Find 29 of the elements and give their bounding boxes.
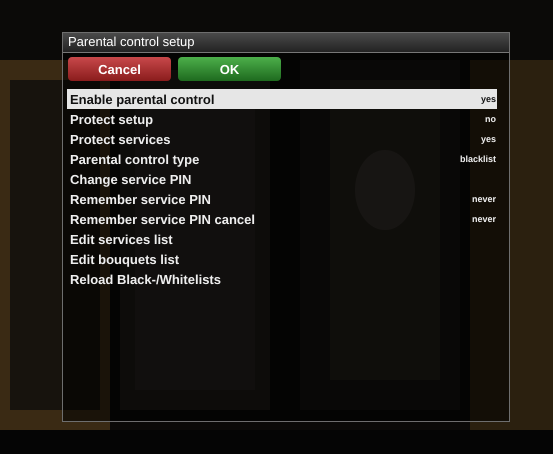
setting-value: never <box>472 194 496 204</box>
setting-value: yes <box>480 134 496 144</box>
settings-row[interactable]: Remember service PIN never <box>67 189 497 209</box>
settings-row[interactable]: Edit services list <box>67 229 497 249</box>
setting-label: Protect setup <box>70 112 154 126</box>
settings-row[interactable]: Reload Black-/Whitelists <box>67 269 497 289</box>
setting-label: Remember service PIN cancel <box>70 212 255 226</box>
settings-row[interactable]: Protect services yes <box>67 129 497 149</box>
setting-value: blacklist <box>460 154 496 164</box>
settings-row[interactable]: Protect setup no <box>67 109 497 129</box>
setting-label: Edit bouquets list <box>70 252 180 266</box>
setting-value: never <box>472 214 496 224</box>
settings-row[interactable]: Parental control type blacklist <box>67 149 497 169</box>
dialog-title: Parental control setup <box>63 33 509 53</box>
setting-label: Parental control type <box>70 152 200 166</box>
setting-label: Remember service PIN <box>70 192 211 206</box>
settings-row[interactable]: Change service PIN <box>67 169 497 189</box>
setting-label: Protect services <box>70 132 170 146</box>
setting-value: no <box>485 114 496 124</box>
settings-row[interactable]: Edit bouquets list <box>67 249 497 269</box>
setting-value: yes <box>480 94 496 104</box>
cancel-button[interactable]: Cancel <box>68 57 171 81</box>
ok-button[interactable]: OK <box>178 57 281 81</box>
setting-label: Edit services list <box>70 232 173 246</box>
setting-label: Enable parental control <box>70 92 214 106</box>
setting-label: Change service PIN <box>70 172 192 186</box>
settings-row[interactable]: Enable parental control yes <box>67 89 497 109</box>
settings-row[interactable]: Remember service PIN cancel never <box>67 209 497 229</box>
setting-label: Reload Black-/Whitelists <box>70 272 221 286</box>
